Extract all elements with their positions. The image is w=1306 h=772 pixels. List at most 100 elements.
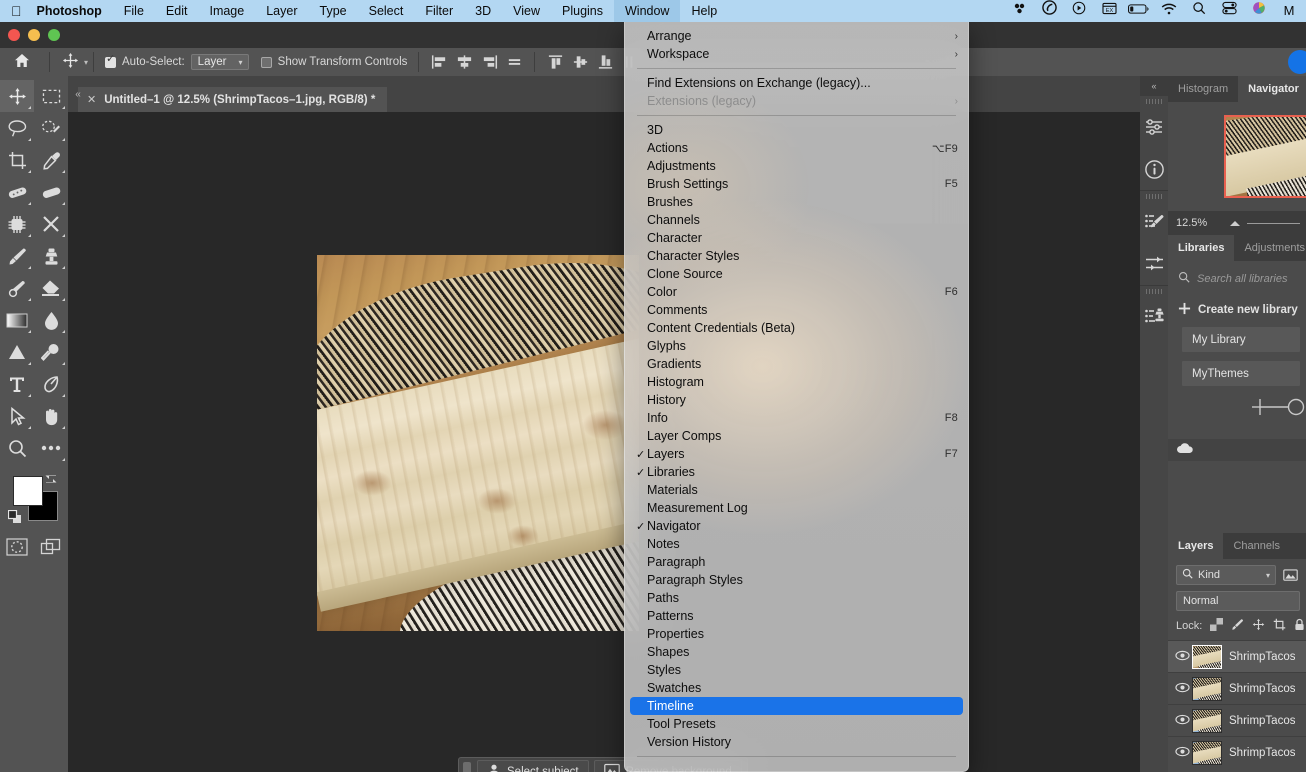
- eye-icon[interactable]: [1172, 650, 1192, 664]
- control-center-icon[interactable]: [1214, 0, 1244, 22]
- menu-item-shapes[interactable]: Shapes: [625, 643, 968, 661]
- menu-item-info[interactable]: Info F8: [625, 409, 968, 427]
- collapse-panels-icon[interactable]: «: [1140, 76, 1168, 96]
- wifi-icon[interactable]: [1154, 0, 1184, 22]
- tab-adjustments[interactable]: Adjustments: [1234, 235, 1306, 261]
- tool-history-brush-tool[interactable]: [0, 272, 34, 304]
- tool-burn-tool[interactable]: [34, 336, 68, 368]
- menu-plugins[interactable]: Plugins: [551, 0, 614, 22]
- menu-item-workspace[interactable]: Workspace ›: [625, 45, 968, 63]
- menu-item-paragraph-styles[interactable]: Paragraph Styles: [625, 571, 968, 589]
- lock-transparency-icon[interactable]: [1210, 618, 1223, 634]
- menu-item-find-extensions[interactable]: Find Extensions on Exchange (legacy)...: [625, 74, 968, 92]
- canvas-area[interactable]: Select subject Remove background: [68, 112, 1162, 772]
- menu-item-styles[interactable]: Styles: [625, 661, 968, 679]
- menu-item-character[interactable]: Character: [625, 229, 968, 247]
- menu-help[interactable]: Help: [680, 0, 728, 22]
- tool-object-selection-tool[interactable]: [34, 112, 68, 144]
- menu-item-gradients[interactable]: Gradients: [625, 355, 968, 373]
- tool-clone-stamp-tool[interactable]: [34, 240, 68, 272]
- user-icon[interactable]: M: [1274, 0, 1304, 22]
- rail-grip-2[interactable]: [1140, 191, 1168, 201]
- menu-item-libraries[interactable]: ✓ Libraries: [625, 463, 968, 481]
- menu-item-histogram[interactable]: Histogram: [625, 373, 968, 391]
- layer-name[interactable]: ShrimpTacos: [1229, 715, 1295, 727]
- menu-item-navigator[interactable]: ✓ Navigator: [625, 517, 968, 535]
- menu-item-comments[interactable]: Comments: [625, 301, 968, 319]
- lock-image-pixels-icon[interactable]: [1231, 618, 1244, 634]
- color-wheel-icon[interactable]: [1244, 0, 1274, 22]
- minimize-window-button[interactable]: [28, 29, 40, 41]
- menu-item-paragraph[interactable]: Paragraph: [625, 553, 968, 571]
- tool-crop-tool[interactable]: [0, 144, 34, 176]
- document-tab[interactable]: ✕ Untitled–1 @ 12.5% (ShrimpTacos–1.jpg,…: [78, 87, 387, 112]
- menu-item-notes[interactable]: Notes: [625, 535, 968, 553]
- menu-item-arrange[interactable]: Arrange ›: [625, 27, 968, 45]
- cloud-icon[interactable]: [1176, 441, 1194, 459]
- menu-item-clone-source[interactable]: Clone Source: [625, 265, 968, 283]
- rail-grip-1[interactable]: [1140, 96, 1168, 106]
- drag-handle-icon[interactable]: [463, 762, 471, 772]
- collapse-panel-icon[interactable]: «: [68, 76, 88, 112]
- menu-item-brushes[interactable]: Brushes: [625, 193, 968, 211]
- library-item-my-library[interactable]: My Library: [1182, 327, 1300, 352]
- layer-thumbnail[interactable]: [1192, 709, 1222, 733]
- menu-item-content-credentials[interactable]: Content Credentials (Beta): [625, 319, 968, 337]
- menu-item-patterns[interactable]: Patterns: [625, 607, 968, 625]
- tab-channels[interactable]: Channels: [1223, 533, 1289, 559]
- quick-mask-icon[interactable]: [0, 532, 34, 562]
- tool-gradient-tool[interactable]: [0, 304, 34, 336]
- auto-select-checkbox[interactable]: [105, 57, 116, 68]
- select-subject-button[interactable]: Select subject: [477, 760, 589, 772]
- close-window-button[interactable]: [8, 29, 20, 41]
- layer-name[interactable]: ShrimpTacos: [1229, 683, 1295, 695]
- create-new-library-button[interactable]: Create new library: [1168, 286, 1306, 318]
- menu-type[interactable]: Type: [309, 0, 358, 22]
- active-tool-button[interactable]: ▾: [55, 52, 88, 72]
- menu-edit[interactable]: Edit: [155, 0, 199, 22]
- zoom-slider-track[interactable]: [1247, 223, 1300, 224]
- menu-view[interactable]: View: [502, 0, 551, 22]
- library-item-mythemes[interactable]: MyThemes: [1182, 361, 1300, 386]
- layer-name[interactable]: ShrimpTacos: [1229, 747, 1295, 759]
- menu-item-measurement-log[interactable]: Measurement Log: [625, 499, 968, 517]
- rail-grip-3[interactable]: [1140, 286, 1168, 296]
- tool-dodge-tool[interactable]: [0, 336, 34, 368]
- menu-item-character-styles[interactable]: Character Styles: [625, 247, 968, 265]
- menu-item-tool-presets[interactable]: Tool Presets: [625, 715, 968, 733]
- table-row[interactable]: ShrimpTacos: [1168, 736, 1306, 768]
- lock-artboard-icon[interactable]: [1273, 618, 1286, 634]
- tool-type-tool[interactable]: [0, 368, 34, 400]
- layer-thumbnail[interactable]: [1192, 677, 1222, 701]
- menu-item-layers[interactable]: ✓ Layers F7: [625, 445, 968, 463]
- table-row[interactable]: ShrimpTacos: [1168, 672, 1306, 704]
- info-icon[interactable]: [1140, 148, 1168, 190]
- tool-healing-brush-tool[interactable]: [34, 176, 68, 208]
- navigator-thumbnail[interactable]: [1224, 115, 1306, 198]
- show-transform-checkbox[interactable]: [261, 57, 272, 68]
- tool-hand-tool[interactable]: [34, 400, 68, 432]
- table-row[interactable]: ShrimpTacos: [1168, 640, 1306, 672]
- tab-layers[interactable]: Layers: [1168, 533, 1223, 559]
- align-right-edges-icon[interactable]: [478, 52, 500, 72]
- menu-file[interactable]: File: [113, 0, 155, 22]
- menu-item-materials[interactable]: Materials: [625, 481, 968, 499]
- align-vertical-centers-icon[interactable]: [569, 52, 591, 72]
- default-colors-icon[interactable]: [8, 510, 22, 529]
- menu-item-paths[interactable]: Paths: [625, 589, 968, 607]
- tool-edit-toolbar-tool[interactable]: [34, 432, 68, 464]
- tab-libraries[interactable]: Libraries: [1168, 235, 1234, 261]
- close-icon[interactable]: ✕: [87, 93, 96, 106]
- brush-settings-icon[interactable]: [1140, 201, 1168, 243]
- maximize-window-button[interactable]: [48, 29, 60, 41]
- zoom-out-icon[interactable]: [1230, 221, 1240, 226]
- menu-item-timeline[interactable]: Timeline: [630, 697, 963, 715]
- menu-3d[interactable]: 3D: [464, 0, 502, 22]
- menu-item-layer-comps[interactable]: Layer Comps: [625, 427, 968, 445]
- screen-mode-icon[interactable]: [34, 532, 68, 562]
- align-bottom-edges-icon[interactable]: [594, 52, 616, 72]
- tool-brush-tool[interactable]: [0, 240, 34, 272]
- dropbox-icon[interactable]: [1004, 0, 1034, 22]
- navigator-zoom-slider[interactable]: [1230, 221, 1306, 226]
- menu-item-actions[interactable]: Actions ⌥F9: [625, 139, 968, 157]
